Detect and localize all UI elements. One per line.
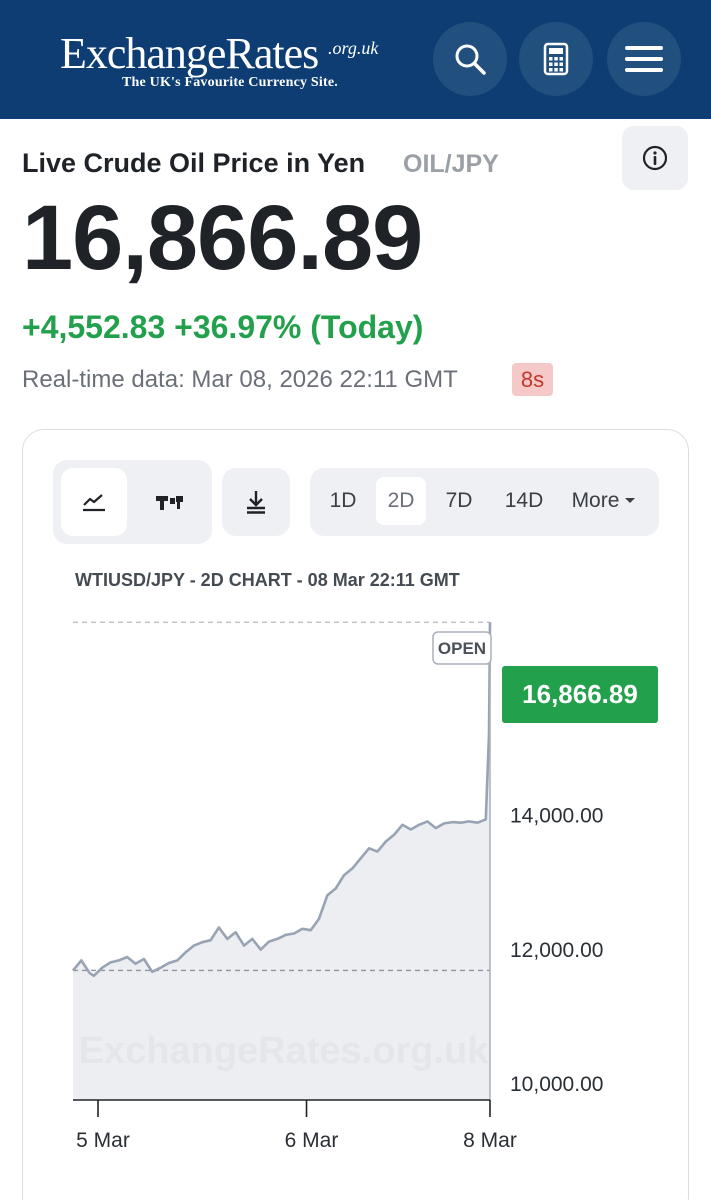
logo-text: ExchangeRates — [60, 29, 319, 78]
chart-area-fill — [73, 622, 490, 1100]
current-price-label: 16,866.89 — [522, 679, 638, 709]
chart-card: 1D 2D 7D 14D More WTIUSD/JPY - 2D CHART … — [22, 429, 689, 1200]
menu-button[interactable] — [607, 22, 681, 96]
y-tick-label: 12,000.00 — [510, 939, 603, 962]
calculator-button[interactable] — [519, 22, 593, 96]
info-icon — [642, 145, 668, 171]
x-tick-label: 6 Mar — [285, 1129, 339, 1152]
logo-suffix: .org.uk — [328, 38, 379, 58]
chart-watermark: ExchangeRates.org.uk — [79, 1030, 490, 1072]
site-header: ExchangeRates .org.uk The UK's Favourite… — [0, 0, 711, 119]
x-tick-label: 5 Mar — [76, 1129, 130, 1152]
search-button[interactable] — [433, 22, 507, 96]
data-age-badge: 8s — [512, 363, 553, 396]
y-tick-label: 14,000.00 — [510, 805, 603, 828]
menu-icon — [625, 46, 663, 72]
calculator-icon — [543, 42, 569, 76]
site-logo[interactable]: ExchangeRates .org.uk The UK's Favourite… — [60, 29, 378, 91]
realtime-timestamp: Real-time data: Mar 08, 2026 22:11 GMT — [22, 366, 458, 393]
currency-pair: OIL/JPY — [403, 150, 499, 178]
y-tick-label: 10,000.00 — [510, 1073, 603, 1096]
search-icon — [455, 44, 486, 75]
logo-tagline: The UK's Favourite Currency Site. — [122, 75, 338, 90]
price-change: +4,552.83 +36.97% (Today) — [22, 309, 424, 345]
price-chart[interactable]: ExchangeRates.org.uk OPEN 5 Mar 6 Mar 8 Mar 1… — [23, 430, 687, 1170]
x-tick-label: 8 Mar — [463, 1129, 517, 1152]
live-price: 16,866.89 — [22, 187, 423, 289]
info-button[interactable] — [622, 126, 688, 190]
page-title: Live Crude Oil Price in Yen — [22, 148, 366, 178]
open-label: OPEN — [438, 639, 486, 658]
